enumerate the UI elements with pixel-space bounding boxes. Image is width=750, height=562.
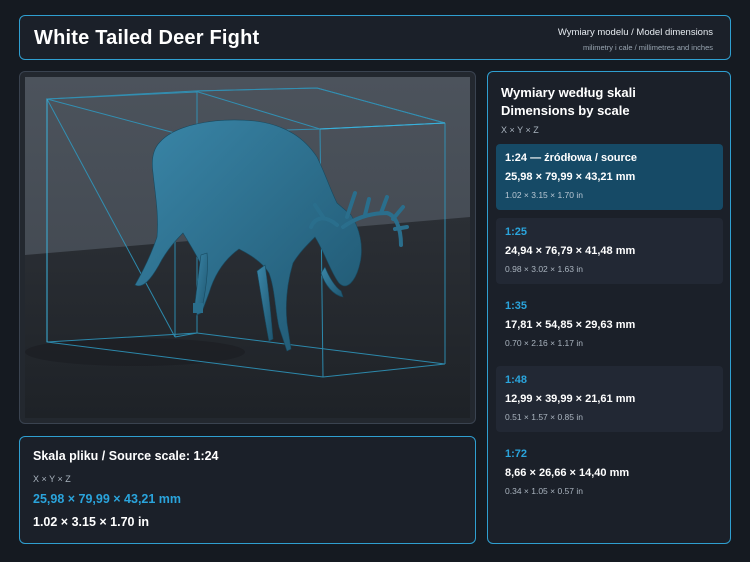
scales-title: Wymiary według skali Dimensions by scale [501,84,636,120]
scales-axes-label: X × Y × Z [501,125,539,135]
shadow [25,338,245,366]
scale-card-1-24[interactable]: 1:24 — źródłowa / source 25,98 × 79,99 ×… [496,144,723,210]
scale-dimensions-mm: 12,99 × 39,99 × 21,61 mm [505,393,636,405]
source-dimensions-in: 1.02 × 3.15 × 1.70 in [33,515,150,529]
scale-dimensions-in: 0.34 × 1.05 × 0.57 in [505,486,583,496]
scale-card-1-25[interactable]: 1:25 24,94 × 76,79 × 41,48 mm 0.98 × 3.0… [496,218,723,284]
scale-dimensions-mm: 24,94 × 76,79 × 41,48 mm [505,245,636,257]
axes-label: X × Y × Z [33,474,71,484]
scale-card-1-35[interactable]: 1:35 17,81 × 54,85 × 29,63 mm 0.70 × 2.1… [496,292,723,358]
scale-dimensions-in: 0.70 × 2.16 × 1.17 in [505,338,583,348]
scale-dimensions-in: 0.98 × 3.02 × 1.63 in [505,264,583,274]
header-units-note: milimetry i cale / millimetres and inche… [582,43,713,52]
scale-dimensions-mm: 25,98 × 79,99 × 43,21 mm [505,171,636,183]
base-block [193,303,203,313]
header-subtitle: Wymiary modelu / Model dimensions [557,27,713,38]
scale-dimensions-in: 1.02 × 3.15 × 1.70 in [505,190,583,200]
scale-dimensions-mm: 8,66 × 26,66 × 14,40 mm [505,467,630,479]
scale-dimensions-mm: 17,81 × 54,85 × 29,63 mm [505,319,636,331]
scale-card-1-72[interactable]: 1:72 8,66 × 26,66 × 14,40 mm 0.34 × 1.05… [496,440,723,506]
scale-card-1-48[interactable]: 1:48 12,99 × 39,99 × 21,61 mm 0.51 × 1.5… [496,366,723,432]
page-title: White Tailed Deer Fight [34,27,260,49]
source-dimensions-mm: 25,98 × 79,99 × 43,21 mm [33,492,182,506]
scale-dimensions-in: 0.51 × 1.57 × 0.85 in [505,412,583,422]
model-viewer[interactable] [19,71,476,424]
header-panel: White Tailed Deer Fight Wymiary modelu /… [19,15,731,60]
scale-label: 1:48 [505,374,528,386]
scale-label: 1:24 — źródłowa / source [505,152,638,164]
scales-panel: Wymiary według skali Dimensions by scale… [487,71,731,544]
scale-label: 1:35 [505,300,528,312]
scale-label: 1:25 [505,226,528,238]
scale-label: 1:72 [505,448,528,460]
model-render [25,77,470,418]
scales-title-en: Dimensions by scale [501,103,630,118]
source-scale-panel: Skala pliku / Source scale: 1:24 X × Y ×… [19,436,476,544]
scales-title-pl: Wymiary według skali [501,85,636,100]
source-scale-title: Skala pliku / Source scale: 1:24 [33,449,219,463]
